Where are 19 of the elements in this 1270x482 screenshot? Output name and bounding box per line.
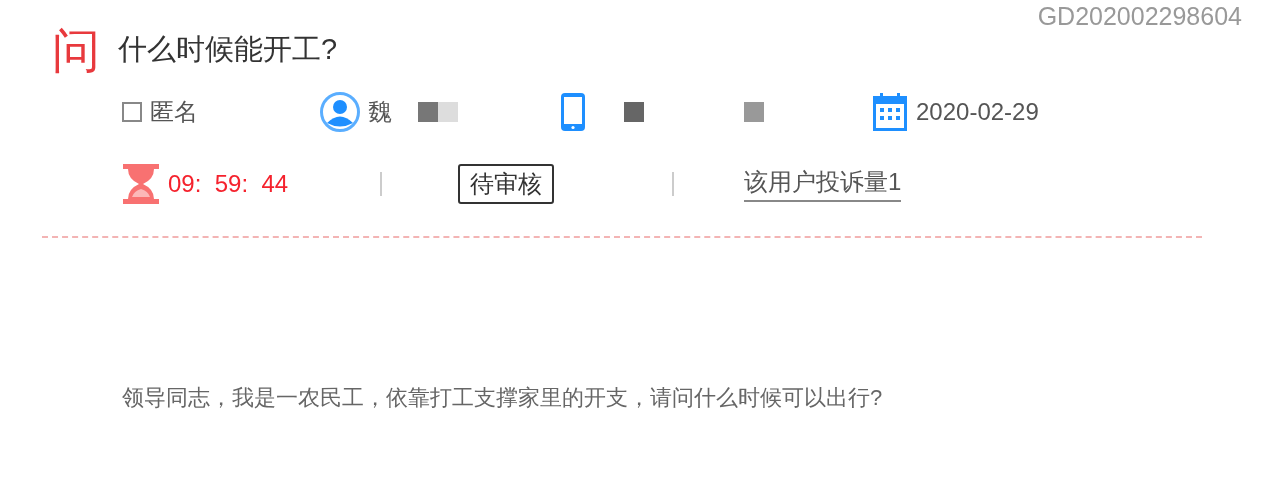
countdown-timer: 09: 59: 44 xyxy=(168,170,289,198)
phone-icon xyxy=(560,92,586,132)
hourglass-icon xyxy=(122,163,160,205)
redaction-mark xyxy=(624,102,644,122)
anonymous-label: 匿名 xyxy=(150,97,198,127)
calendar-icon xyxy=(872,92,908,132)
question-body: 领导同志，我是一农民工，依靠打工支撑家里的开支，请问什么时候可以出行? xyxy=(122,384,884,412)
user-icon xyxy=(320,92,360,132)
redaction-mark xyxy=(438,102,458,122)
ticket-number: GD202002298604 xyxy=(1037,2,1242,31)
redaction-mark xyxy=(418,102,438,122)
question-title: 什么时候能开工? xyxy=(118,32,338,67)
question-mark-label: 问 xyxy=(52,26,100,74)
redaction-mark xyxy=(744,102,764,122)
complaints-link[interactable]: 该用户投诉量1 xyxy=(744,166,902,202)
checkbox[interactable] xyxy=(122,102,142,122)
user-name: 魏 xyxy=(368,97,392,127)
date-text: 2020-02-29 xyxy=(916,98,1039,126)
status-tag: 待审核 xyxy=(458,164,554,204)
